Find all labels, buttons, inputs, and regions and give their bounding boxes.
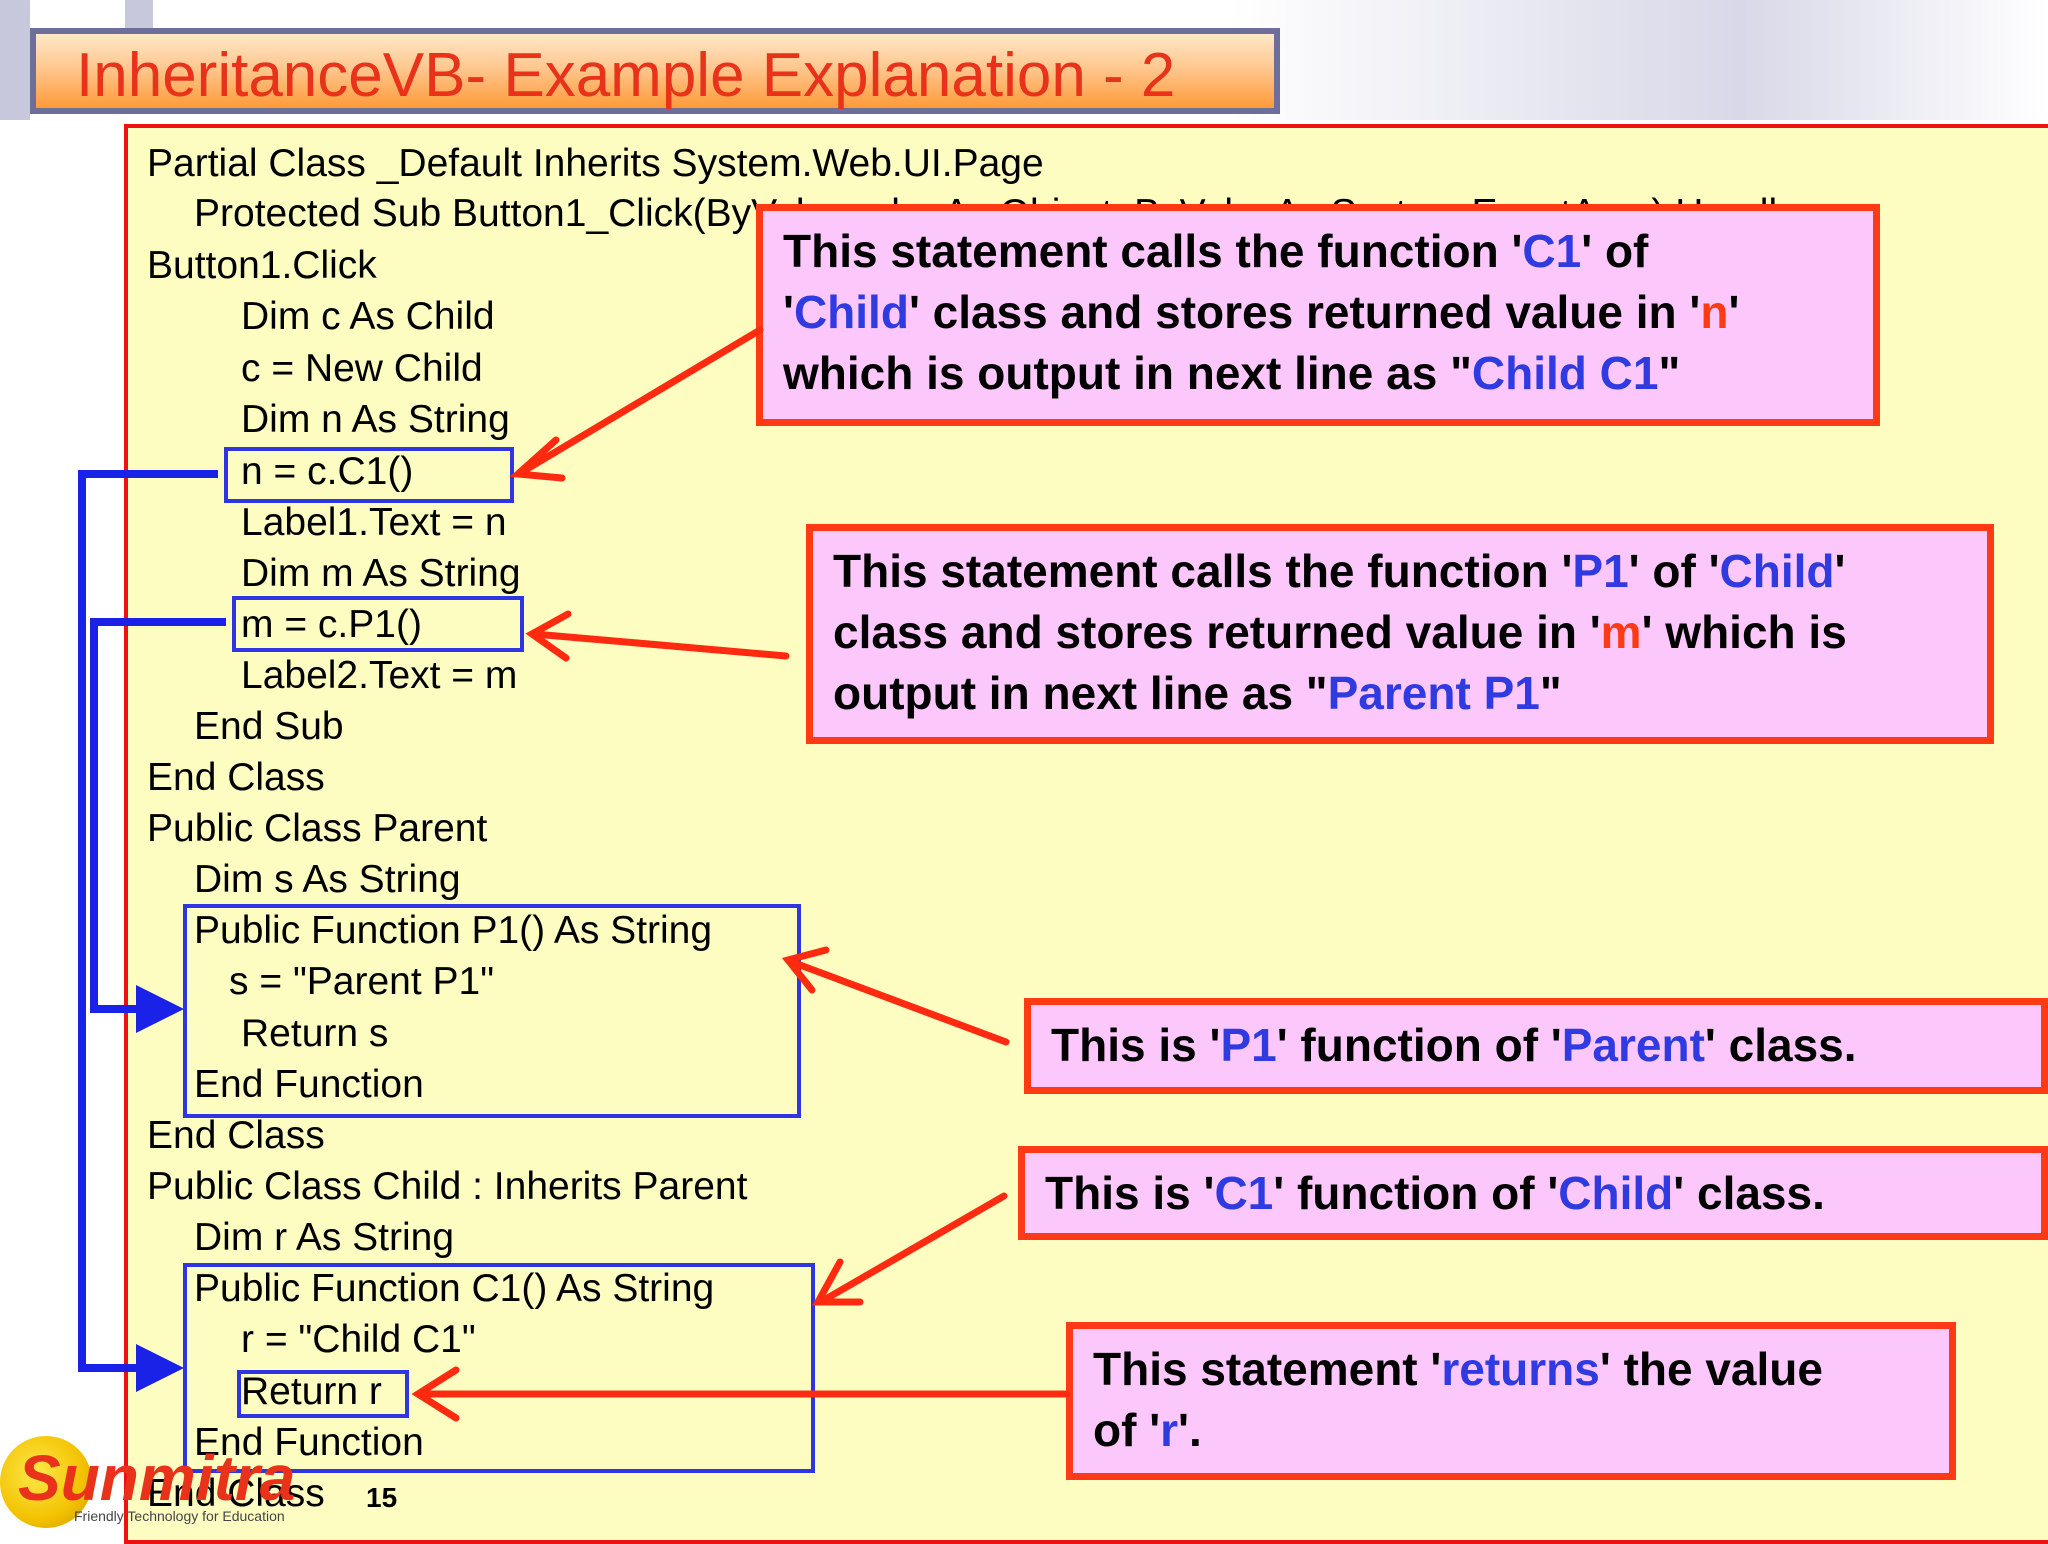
red-arrow-to-n-call [518,326,764,476]
logo-tagline: Friendly Technology for Education [74,1508,285,1524]
slide-number: 15 [366,1482,398,1513]
blue-arrow-n-call-to-c1-function [78,470,218,1392]
logo-brand: Sunmitra [18,1442,296,1514]
red-arrows [411,326,1070,1422]
arrows-overlay [78,326,1070,1422]
red-arrow-to-c1-function [820,1192,1008,1304]
red-arrowhead [509,436,566,482]
red-arrow-to-m-call [530,630,790,660]
blue-arrows [78,470,226,1392]
red-arrow-to-p1-function [788,958,1010,1046]
blue-arrow-m-call-to-p1-function [90,618,226,1033]
